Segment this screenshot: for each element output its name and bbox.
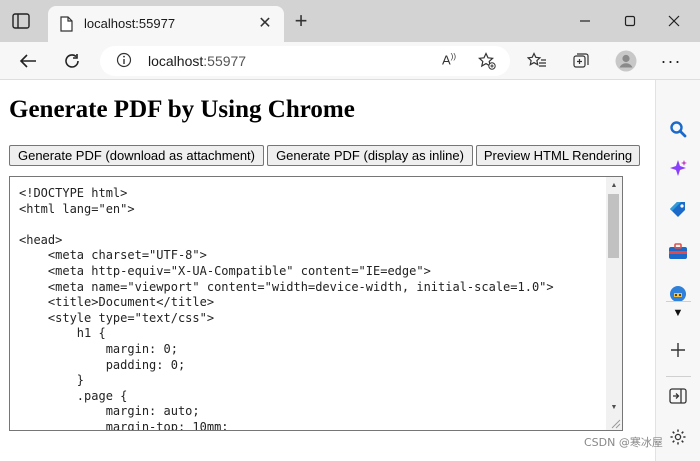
navigation-bar: localhost:55977 A)) ···	[0, 42, 700, 80]
title-bar: localhost:55977 ✕ +	[0, 0, 700, 42]
site-info-icon[interactable]	[116, 52, 132, 73]
copilot-icon[interactable]	[667, 158, 689, 180]
inline-pdf-button[interactable]: Generate PDF (display as inline)	[267, 145, 473, 166]
back-icon[interactable]	[15, 48, 41, 74]
add-icon[interactable]	[667, 339, 689, 361]
scroll-thumb[interactable]	[608, 194, 619, 258]
read-aloud-icon[interactable]: A))	[442, 52, 456, 67]
plus-icon[interactable]: +	[291, 10, 311, 32]
tab-actions-icon[interactable]	[12, 13, 30, 29]
download-pdf-button[interactable]: Generate PDF (download as attachment)	[9, 145, 264, 166]
sidebar-divider	[666, 376, 691, 377]
url-text: localhost:55977	[148, 53, 247, 69]
page-title: Generate PDF by Using Chrome	[9, 96, 355, 123]
more-icon[interactable]: ···	[658, 48, 684, 74]
tools-icon[interactable]	[667, 240, 689, 262]
address-bar[interactable]: localhost:55977 A))	[100, 46, 510, 76]
minimize-icon[interactable]	[572, 8, 598, 34]
split-screen-icon[interactable]	[667, 385, 689, 407]
chevron-down-icon[interactable]: ▼	[667, 302, 689, 324]
scroll-down-icon[interactable]: ▼	[606, 400, 622, 414]
close-window-icon[interactable]	[661, 8, 687, 34]
page-content: Generate PDF by Using Chrome Generate PD…	[0, 80, 655, 461]
resize-handle-icon[interactable]	[608, 416, 621, 429]
profile-icon[interactable]	[613, 48, 639, 74]
edge-sidebar: ▼	[655, 80, 700, 461]
close-tab-icon[interactable]: ✕	[256, 15, 274, 33]
refresh-icon[interactable]	[59, 48, 85, 74]
page-icon	[60, 16, 73, 32]
scroll-up-icon[interactable]: ▲	[606, 178, 622, 192]
maximize-icon[interactable]	[617, 8, 643, 34]
add-favorite-icon[interactable]	[478, 52, 496, 75]
search-icon[interactable]	[667, 118, 689, 140]
favorites-icon[interactable]	[524, 48, 550, 74]
browser-tab[interactable]: localhost:55977 ✕	[48, 6, 284, 42]
watermark-text: CSDN @寒冰屋	[584, 436, 663, 449]
tab-title: localhost:55977	[84, 16, 176, 31]
html-source-text: <!DOCTYPE html> <html lang="en"> <head> …	[19, 186, 554, 431]
shopping-icon[interactable]	[667, 199, 689, 221]
collections-icon[interactable]	[568, 48, 594, 74]
vertical-scrollbar[interactable]: ▲ ▼	[606, 177, 622, 430]
settings-icon[interactable]	[667, 426, 689, 448]
html-source-textarea[interactable]: <!DOCTYPE html> <html lang="en"> <head> …	[9, 176, 623, 431]
preview-html-button[interactable]: Preview HTML Rendering	[476, 145, 640, 166]
